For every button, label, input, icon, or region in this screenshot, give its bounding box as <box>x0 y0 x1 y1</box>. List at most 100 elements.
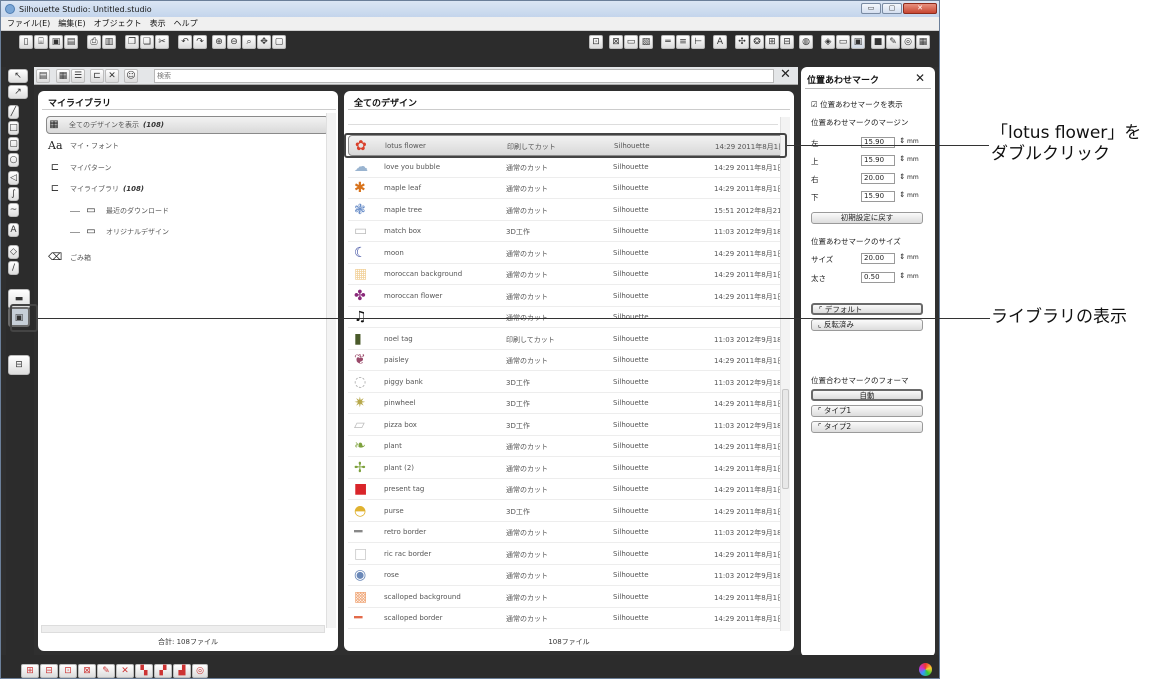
design-row[interactable]: ❧ plant 通常のカット Silhouette 14:29 2011年8月1日 <box>348 436 784 457</box>
send-to-mat-icon[interactable]: ▟ <box>173 664 191 678</box>
ungroup-bottom-icon[interactable]: ⊟ <box>40 664 58 678</box>
design-row[interactable]: ▦ moroccan background 通常のカット Silhouette 14:2… <box>348 264 784 285</box>
offset-icon[interactable]: ⊟ <box>780 35 794 49</box>
trace-icon[interactable]: ◍ <box>799 35 813 49</box>
show-reg-marks-checkbox[interactable]: ☑ 位置あわせマークを表示 <box>811 99 903 110</box>
icon-view-icon[interactable]: ▦ <box>56 69 70 83</box>
tree-vertical-scrollbar[interactable] <box>326 113 336 628</box>
registration-marks-icon[interactable]: ▣ <box>851 35 865 49</box>
save-icon[interactable]: ▣ <box>49 35 63 49</box>
maximize-button[interactable]: ▢ <box>882 3 902 14</box>
freehand-tool-icon[interactable]: ~ <box>8 203 19 217</box>
bottom-margin-input[interactable]: 15.90 <box>861 191 895 202</box>
style-default-option[interactable]: ⌜ デフォルト <box>811 303 923 315</box>
design-row[interactable]: ❦ paisley 通常のカット Silhouette 14:29 2011年8月1日 <box>348 350 784 371</box>
design-row[interactable]: ❃ maple tree 通常のカット Silhouette 15:51 2012年8月… <box>348 200 784 221</box>
fill-color-icon[interactable]: ■ <box>871 35 885 49</box>
tree-item-my-library[interactable]: ⊏ マイライブラリ (108) <box>48 180 144 198</box>
bring-front-icon[interactable]: ▚ <box>135 664 153 678</box>
user-icon[interactable]: ☺ <box>124 69 138 83</box>
close-library-icon[interactable]: ✕ <box>780 68 791 82</box>
delete-bottom-icon[interactable]: ✕ <box>116 664 134 678</box>
menu-edit[interactable]: 編集(E) <box>58 18 85 29</box>
design-row[interactable]: ▱ pizza box 3D工作 Silhouette 11:03 2012年9月18 <box>348 415 784 436</box>
ellipse-tool-icon[interactable]: ○ <box>8 153 19 167</box>
design-row[interactable]: ✢ plant (2) 通常のカット Silhouette 14:29 2011年8月1… <box>348 458 784 479</box>
curve-tool-icon[interactable]: ∫ <box>8 187 19 201</box>
make-compound-icon[interactable]: ⊡ <box>59 664 77 678</box>
bottom-margin-stepper[interactable]: ⇕ <box>899 190 905 199</box>
ungroup-icon[interactable]: ▭ <box>624 35 638 49</box>
design-row[interactable]: ◌ piggy bank 3D工作 Silhouette 11:03 2012年9月18 <box>348 372 784 393</box>
tree-item-trash[interactable]: ⌫ ごみ箱 <box>48 249 91 267</box>
lock-icon[interactable]: ⊡ <box>589 35 603 49</box>
duplicate-icon[interactable]: ✎ <box>97 664 115 678</box>
search-input[interactable]: 検索 <box>154 69 774 83</box>
reg-panel-close-icon[interactable]: ✕ <box>915 71 925 85</box>
design-row[interactable]: ✷ pinwheel 3D工作 Silhouette 14:29 2011年8月1日 <box>348 393 784 414</box>
minimize-button[interactable]: ▭ <box>861 3 881 14</box>
color-wheel-icon[interactable] <box>919 663 932 676</box>
open-folder-icon[interactable]: ⌸ <box>34 35 48 49</box>
top-margin-stepper[interactable]: ⇕ <box>899 154 905 163</box>
zoom-select-icon[interactable]: ⌕ <box>242 35 256 49</box>
size-input[interactable]: 20.00 <box>861 253 895 264</box>
menu-object[interactable]: オブジェクト <box>94 18 142 29</box>
edit-points-icon[interactable]: ↗ <box>8 85 28 99</box>
copy-icon[interactable]: ❐ <box>125 35 139 49</box>
design-row[interactable]: ✤ moroccan flower 通常のカット Silhouette 14:29 20… <box>348 286 784 307</box>
page-setup-icon[interactable]: ◈ <box>821 35 835 49</box>
undo-icon[interactable]: ↶ <box>178 35 192 49</box>
rounded-rect-tool-icon[interactable]: ▢ <box>8 137 19 151</box>
line-tool-icon[interactable]: ╱ <box>8 105 19 119</box>
replicate-icon[interactable]: ❂ <box>750 35 764 49</box>
delete-icon[interactable]: ✕ <box>105 69 119 83</box>
right-margin-input[interactable]: 20.00 <box>861 173 895 184</box>
design-row[interactable]: ━ scalloped border 通常のカット Silhouette 14:29 2… <box>348 608 784 629</box>
text-style-icon[interactable]: A <box>713 35 727 49</box>
rectangle-tool-icon[interactable]: □ <box>8 121 19 135</box>
tree-item-original-designs[interactable]: ▭ オリジナルデザイン <box>70 223 169 241</box>
format-type2-option[interactable]: ⌜ タイプ2 <box>811 421 923 433</box>
design-row[interactable]: ☁ love you bubble 通常のカット Silhouette 14:29 20… <box>348 157 784 178</box>
design-row[interactable]: ✱ maple leaf 通常のカット Silhouette 14:29 2011年8月… <box>348 178 784 199</box>
select-tool-icon[interactable]: ↖ <box>8 69 28 83</box>
design-row[interactable]: ☾ moon 通常のカット Silhouette 14:29 2011年8月1日 <box>348 243 784 264</box>
new-folder-icon[interactable]: ▤ <box>36 69 50 83</box>
store-view-button[interactable]: ⊟ <box>8 355 30 375</box>
pan-icon[interactable]: ✥ <box>257 35 271 49</box>
thickness-input[interactable]: 0.50 <box>861 272 895 283</box>
line-color-icon[interactable]: ═ <box>661 35 675 49</box>
tree-horizontal-scrollbar[interactable] <box>41 625 325 633</box>
eraser-tool-icon[interactable]: ◇ <box>8 245 19 259</box>
cut-settings-icon[interactable]: ▭ <box>836 35 850 49</box>
design-row[interactable]: ◉ rose 通常のカット Silhouette 11:03 2012年9月18 <box>348 565 784 586</box>
compound-icon[interactable]: ▧ <box>639 35 653 49</box>
list-vertical-scrollbar[interactable] <box>780 117 790 631</box>
top-margin-input[interactable]: 15.90 <box>861 155 895 166</box>
send-back-icon[interactable]: ▞ <box>154 664 172 678</box>
modify-icon[interactable]: ⊞ <box>765 35 779 49</box>
list-view-icon[interactable]: ☰ <box>71 69 85 83</box>
tree-item-all-designs[interactable]: ▦ 全てのデザインを表示 (108) <box>46 116 329 134</box>
redo-icon[interactable]: ↷ <box>193 35 207 49</box>
style-reversed-option[interactable]: ⌞ 反転済み <box>811 319 923 331</box>
close-window-button[interactable]: ✕ <box>903 3 937 14</box>
menu-file[interactable]: ファイル(E) <box>7 18 50 29</box>
sketch-icon[interactable]: ✎ <box>886 35 900 49</box>
list-scroll-thumb[interactable] <box>782 389 789 489</box>
store-icon[interactable]: ◎ <box>901 35 915 49</box>
save-library-icon[interactable]: ▤ <box>64 35 78 49</box>
format-auto-option[interactable]: 自動 <box>811 389 923 401</box>
line-style-icon[interactable]: ≡ <box>676 35 690 49</box>
release-compound-icon[interactable]: ⊠ <box>78 664 96 678</box>
paste-icon[interactable]: ❏ <box>140 35 154 49</box>
add-folder-icon[interactable]: ⊏ <box>90 69 104 83</box>
design-row[interactable]: ■ present tag 通常のカット Silhouette 14:29 2011年8… <box>348 479 784 500</box>
reset-defaults-button[interactable]: 初期設定に戻す <box>811 212 923 224</box>
print-icon[interactable]: ⎙ <box>87 35 101 49</box>
group-icon[interactable]: ⊠ <box>609 35 623 49</box>
text-tool-icon[interactable]: A <box>8 223 19 237</box>
grid-icon[interactable]: ▦ <box>916 35 930 49</box>
design-row[interactable]: □ ric rac border 通常のカット Silhouette 14:29 201… <box>348 544 784 565</box>
